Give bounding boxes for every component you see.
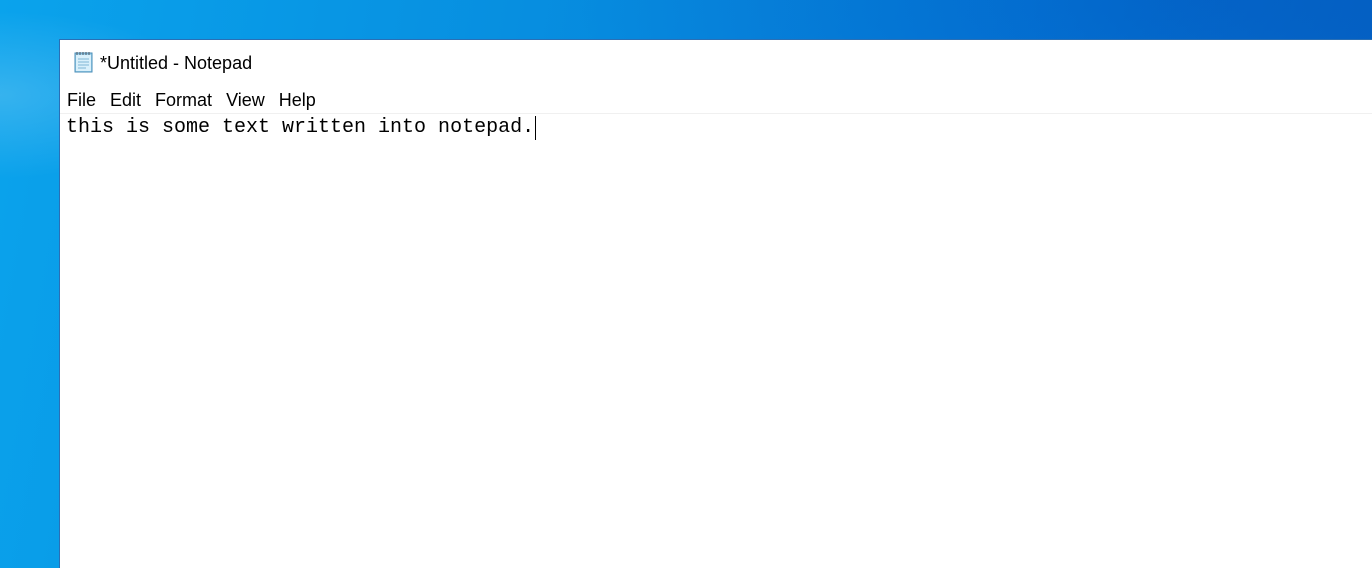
notepad-window[interactable]: *Untitled - Notepad File Edit Format Vie… — [59, 39, 1372, 568]
notepad-icon — [71, 50, 95, 74]
title-bar[interactable]: *Untitled - Notepad — [60, 40, 1372, 84]
text-caret — [535, 116, 537, 140]
menu-help[interactable]: Help — [272, 88, 323, 113]
menu-format[interactable]: Format — [148, 88, 219, 113]
window-title: *Untitled - Notepad — [100, 53, 253, 73]
editor-text-line[interactable]: this is some text written into notepad. — [66, 116, 537, 140]
menu-edit[interactable]: Edit — [103, 88, 148, 113]
text-editor-area[interactable]: this is some text written into notepad. — [60, 114, 1372, 568]
menu-file[interactable]: File — [60, 88, 103, 113]
menu-bar: File Edit Format View Help — [60, 87, 1372, 114]
editor-content: this is some text written into notepad. — [66, 116, 535, 139]
menu-view[interactable]: View — [219, 88, 272, 113]
